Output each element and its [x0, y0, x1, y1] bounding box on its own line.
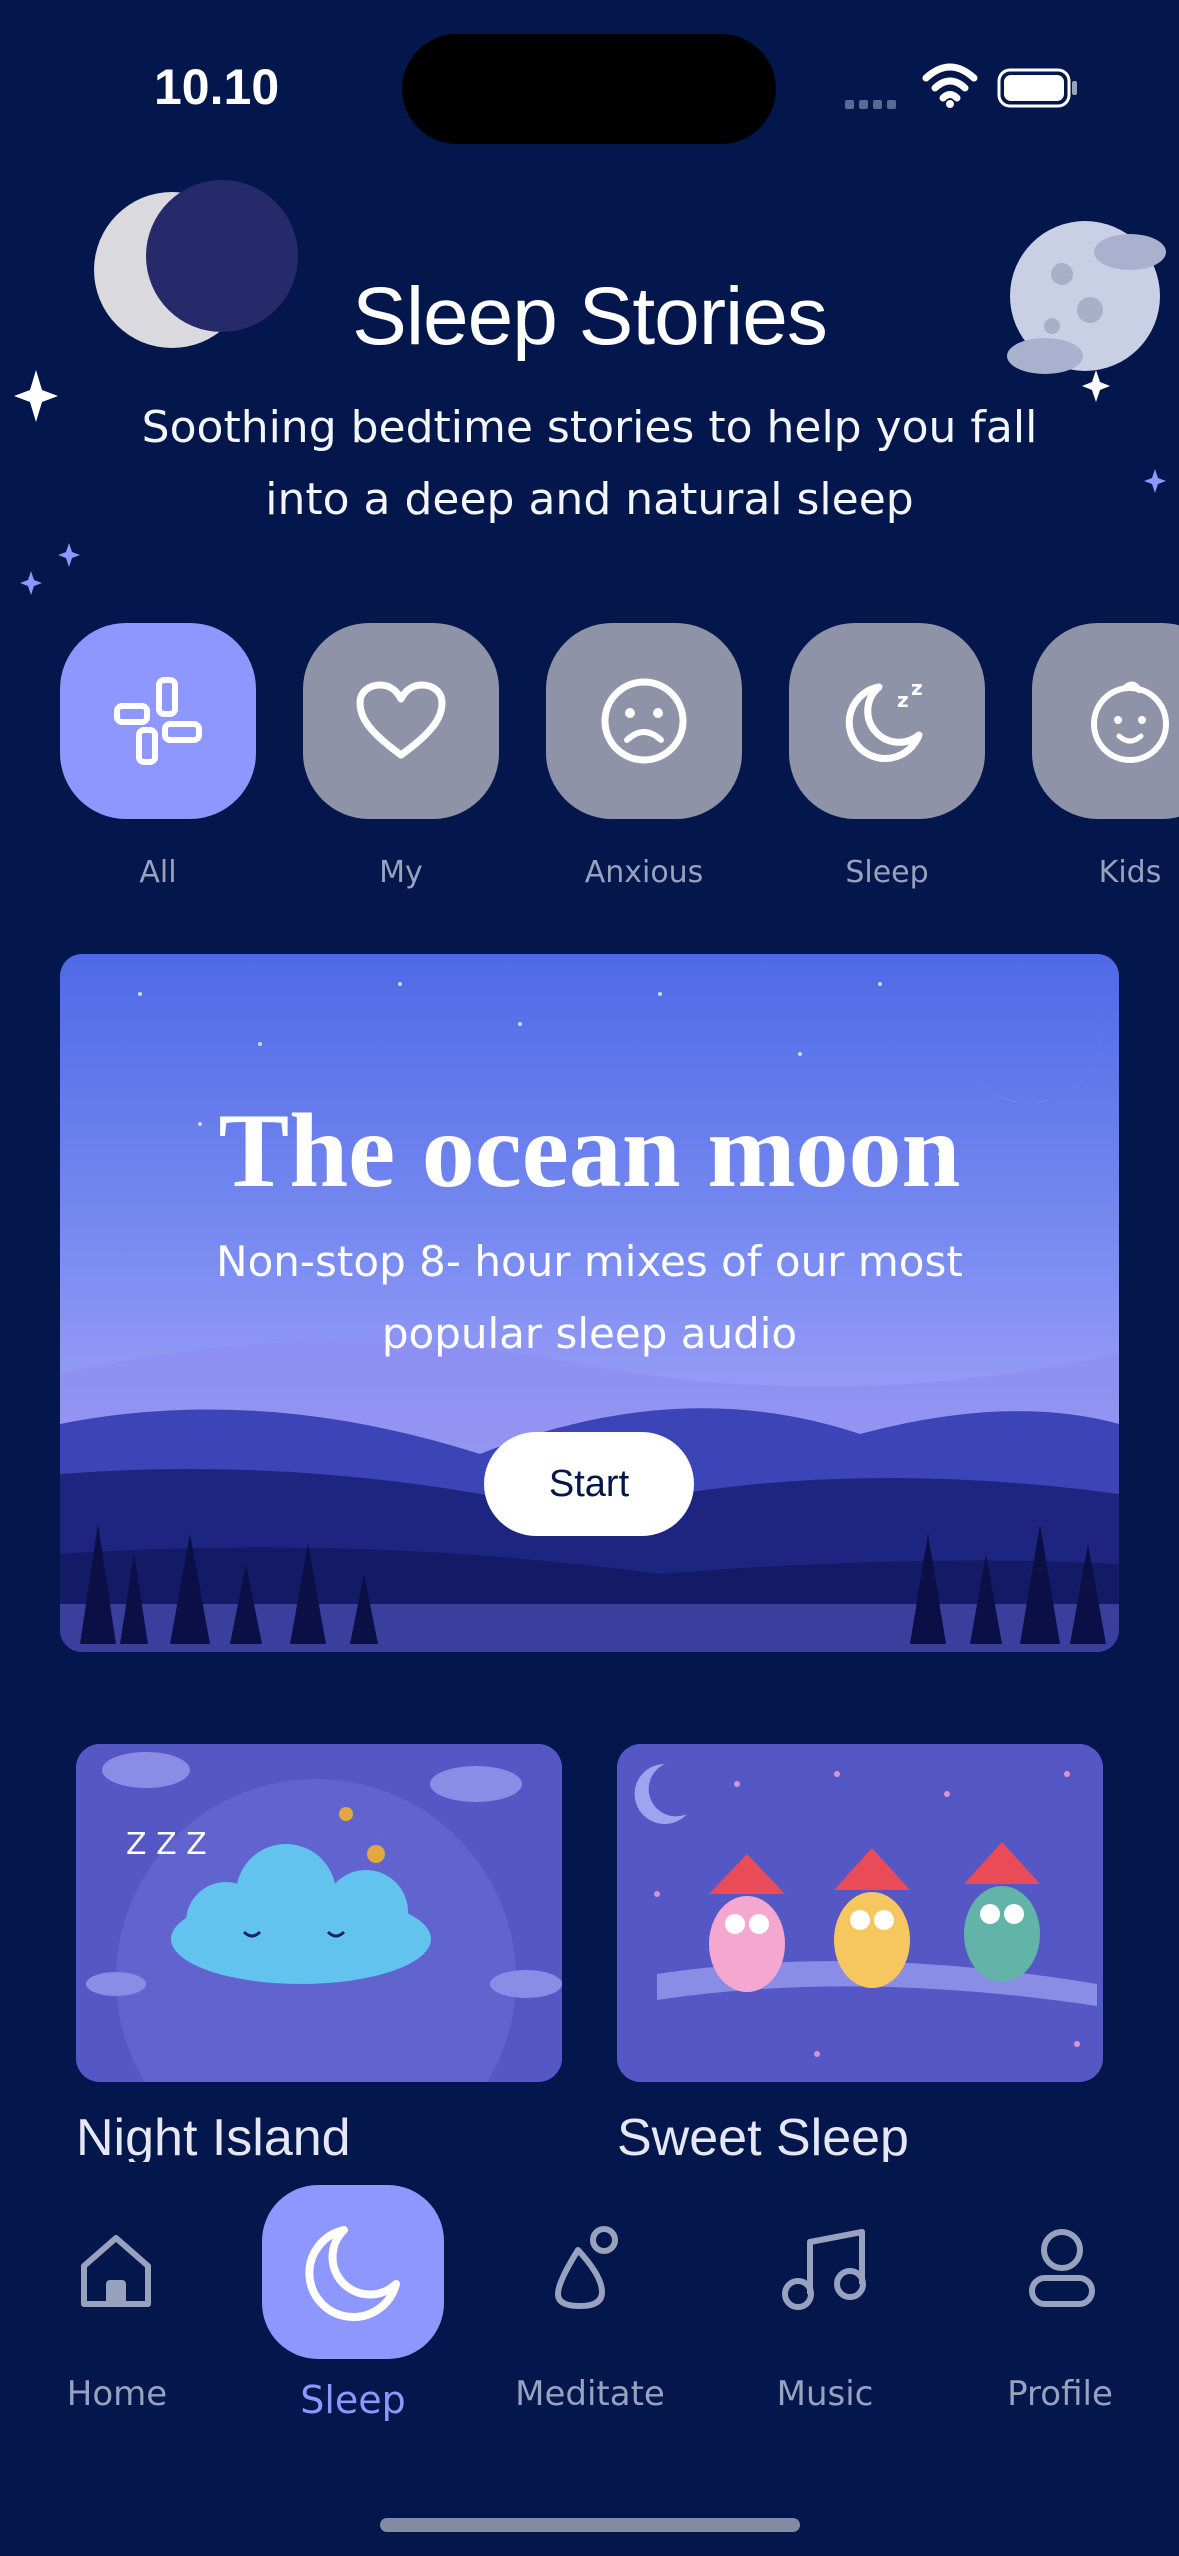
start-button[interactable]: Start — [484, 1432, 694, 1536]
svg-text:z: z — [897, 688, 909, 712]
profile-icon — [1029, 2229, 1095, 2307]
hero-description: Non-stop 8- hour mixes of our most popul… — [216, 1237, 963, 1358]
category-my[interactable] — [303, 623, 499, 819]
moon-icon — [305, 2226, 400, 2321]
tab-label-meditate: Meditate — [515, 2374, 665, 2414]
meditate-icon — [555, 2226, 618, 2309]
home-icon — [81, 2235, 151, 2307]
tab-label-home: Home — [66, 2374, 168, 2414]
category-label: All — [139, 855, 177, 890]
category-all[interactable] — [60, 623, 256, 819]
category-label: My — [379, 855, 423, 890]
story-card-title: Sweet Sleep — [617, 2109, 909, 2167]
battery-icon — [997, 68, 1077, 108]
baby-face-icon — [1091, 681, 1169, 763]
category-kids[interactable] — [1032, 623, 1179, 819]
featured-story-card[interactable]: The ocean moon Non-stop 8- hour mixes of… — [60, 954, 1119, 1652]
story-card-sweet-sleep[interactable] — [617, 1744, 1103, 2082]
story-card-title: Night Island — [76, 2109, 351, 2167]
sad-face-icon — [601, 678, 687, 764]
sweet-sleep-illustration — [617, 1744, 1103, 2082]
status-time: 10.10 — [154, 59, 280, 115]
cellular-signal-icon — [845, 94, 901, 113]
category-label: Anxious — [584, 855, 704, 890]
svg-text:Z Z Z: Z Z Z — [126, 1827, 207, 1862]
tab-music[interactable] — [780, 2224, 870, 2318]
tab-meditate[interactable] — [548, 2226, 628, 2314]
dynamic-island — [402, 34, 776, 144]
night-island-illustration: Z Z Z — [76, 1744, 562, 2082]
category-label: Kids — [1098, 855, 1162, 890]
story-card-night-island[interactable]: Z Z Z — [76, 1744, 562, 2082]
category-sleep[interactable]: z z — [789, 623, 985, 819]
page-subtitle: Soothing bedtime stories to help you fal… — [141, 402, 1038, 525]
tab-label-music: Music — [776, 2374, 874, 2414]
tab-bar — [0, 2162, 1179, 2556]
wifi-icon — [922, 63, 978, 108]
home-indicator[interactable] — [380, 2518, 800, 2532]
moon-zzz-icon: z z — [845, 676, 923, 762]
tab-home[interactable] — [76, 2230, 156, 2314]
category-label: Sleep — [845, 855, 929, 890]
grid-icon — [114, 677, 202, 765]
page-title: Sleep Stories — [352, 271, 828, 362]
category-anxious[interactable] — [546, 623, 742, 819]
svg-text:z: z — [911, 676, 923, 700]
tab-label-sleep: Sleep — [300, 2378, 406, 2422]
music-note-icon — [782, 2229, 866, 2310]
tab-label-profile: Profile — [1007, 2374, 1113, 2414]
heart-icon — [356, 681, 446, 759]
tab-profile[interactable] — [1020, 2226, 1104, 2314]
hero-title: The ocean moon — [218, 1092, 961, 1209]
